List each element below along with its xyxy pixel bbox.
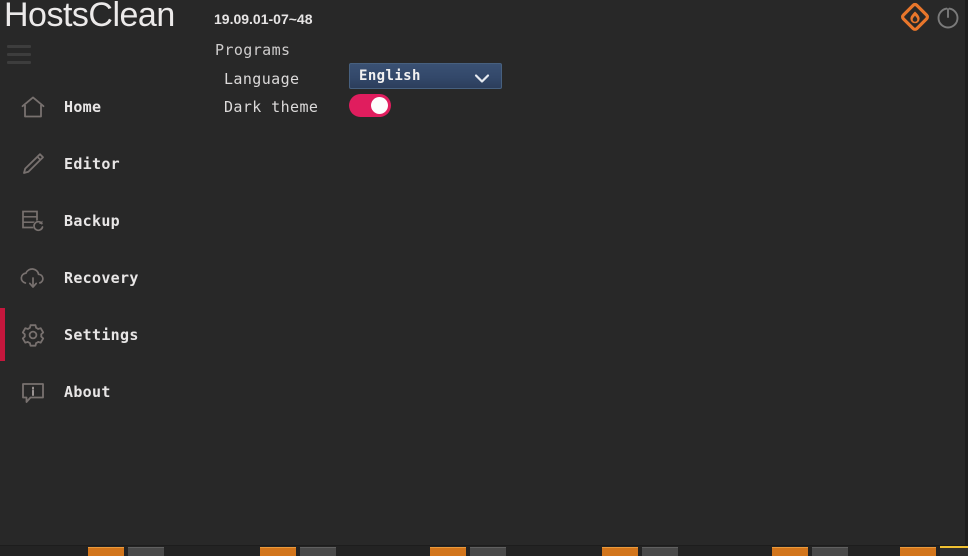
settings-panel: Programs Language English Dark theme — [200, 36, 968, 556]
hamburger-menu-icon[interactable] — [7, 45, 31, 65]
app-version-label: 19.09.01-07~48 — [214, 11, 313, 27]
taskbar-item[interactable] — [300, 547, 336, 556]
sidebar-item-label: Home — [64, 97, 102, 116]
taskbar-item[interactable] — [812, 547, 848, 556]
desktop-taskbar — [0, 545, 968, 556]
hamburger-line — [7, 61, 31, 64]
sidebar-item-label: Settings — [64, 325, 139, 344]
sidebar-item-label: Editor — [64, 154, 120, 173]
flame-diamond-logo-icon — [900, 2, 930, 32]
sidebar-nav: Home Editor Backup Recovery Settings Abo… — [0, 78, 200, 420]
app-title: HostsClean — [4, 0, 175, 34]
section-title-programs: Programs — [215, 41, 291, 59]
home-icon — [15, 93, 51, 121]
taskbar-item[interactable] — [470, 547, 506, 556]
dark-theme-toggle[interactable] — [349, 94, 391, 117]
taskbar-item[interactable] — [772, 547, 808, 556]
chevron-down-icon — [474, 70, 490, 89]
language-select-value: English — [359, 68, 421, 84]
taskbar-item[interactable] — [602, 547, 638, 556]
toggle-knob — [371, 97, 388, 114]
language-select[interactable]: English — [349, 63, 502, 89]
taskbar-item[interactable] — [900, 547, 936, 556]
gear-icon — [15, 321, 51, 349]
app-window: HostsClean 19.09.01-07~48 Home Editor Ba… — [0, 0, 968, 556]
sidebar-item-recovery[interactable]: Recovery — [0, 249, 200, 306]
sidebar-item-editor[interactable]: Editor — [0, 135, 200, 192]
database-refresh-icon — [15, 207, 51, 235]
taskbar-item[interactable] — [430, 547, 466, 556]
language-label: Language — [224, 70, 300, 88]
taskbar-item[interactable] — [128, 547, 164, 556]
sidebar: Home Editor Backup Recovery Settings Abo… — [0, 36, 200, 556]
taskbar-item[interactable] — [940, 546, 968, 556]
info-bubble-icon — [15, 378, 51, 406]
sidebar-item-label: Backup — [64, 211, 120, 230]
pencil-icon — [15, 150, 51, 178]
hamburger-line — [7, 53, 31, 56]
sidebar-item-home[interactable]: Home — [0, 78, 200, 135]
sidebar-item-about[interactable]: About — [0, 363, 200, 420]
dark-theme-label: Dark theme — [224, 98, 319, 116]
active-indicator — [0, 308, 5, 361]
hamburger-line — [7, 45, 31, 48]
taskbar-item[interactable] — [88, 547, 124, 556]
app-header: HostsClean 19.09.01-07~48 — [0, 0, 968, 36]
cloud-download-icon — [15, 264, 51, 292]
sidebar-item-settings[interactable]: Settings — [0, 306, 200, 363]
power-icon[interactable] — [934, 3, 962, 31]
sidebar-item-label: About — [64, 382, 111, 401]
sidebar-item-label: Recovery — [64, 268, 139, 287]
taskbar-item[interactable] — [642, 547, 678, 556]
taskbar-item[interactable] — [260, 547, 296, 556]
setting-row-dark-theme: Dark theme — [200, 90, 968, 124]
sidebar-item-backup[interactable]: Backup — [0, 192, 200, 249]
